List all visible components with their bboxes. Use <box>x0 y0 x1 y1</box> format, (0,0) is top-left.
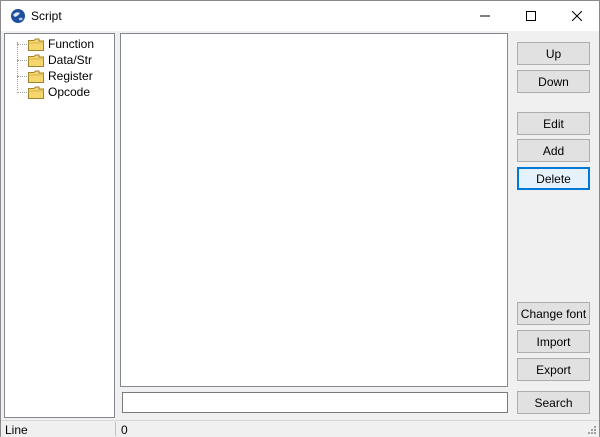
tree-item-label: Function <box>48 37 95 51</box>
edit-button[interactable]: Edit <box>517 112 590 135</box>
script-editor[interactable] <box>120 33 508 387</box>
down-button[interactable]: Down <box>517 70 590 93</box>
status-divider <box>115 422 116 436</box>
category-tree[interactable]: Function Data/Str Register Opcode <box>4 33 115 418</box>
tree-item-label: Opcode <box>48 85 91 99</box>
maximize-button[interactable] <box>508 1 554 31</box>
search-input[interactable] <box>122 392 508 413</box>
folder-icon <box>28 54 44 67</box>
minimize-button[interactable] <box>462 1 508 31</box>
up-button[interactable]: Up <box>517 42 590 65</box>
tree-item-label: Data/Str <box>48 53 93 67</box>
search-button[interactable]: Search <box>517 391 590 414</box>
tree-item-data-str[interactable]: Data/Str <box>5 52 113 68</box>
status-line-value: 0 <box>121 423 128 437</box>
folder-icon <box>28 86 44 99</box>
folder-icon <box>28 38 44 51</box>
tree-item-label: Register <box>48 69 93 83</box>
add-button[interactable]: Add <box>517 139 590 162</box>
minimize-icon <box>480 15 490 17</box>
script-window: Script Function Data/Str Register Opcode… <box>0 0 600 437</box>
close-icon <box>572 11 582 21</box>
folder-icon <box>28 70 44 83</box>
window-title: Script <box>31 9 62 23</box>
maximize-icon <box>526 11 536 21</box>
delete-button[interactable]: Delete <box>517 167 590 190</box>
status-bar: Line 0 <box>1 420 599 437</box>
resize-grip-icon[interactable] <box>586 424 597 435</box>
tree-item-register[interactable]: Register <box>5 68 113 84</box>
tree-item-opcode[interactable]: Opcode <box>5 84 113 100</box>
status-line-label: Line <box>5 423 28 437</box>
close-button[interactable] <box>554 1 600 31</box>
export-button[interactable]: Export <box>517 358 590 381</box>
change-font-button[interactable]: Change font <box>517 302 590 325</box>
app-globe-icon <box>11 9 25 23</box>
import-button[interactable]: Import <box>517 330 590 353</box>
title-bar[interactable]: Script <box>1 1 599 31</box>
tree-item-function[interactable]: Function <box>5 36 113 52</box>
